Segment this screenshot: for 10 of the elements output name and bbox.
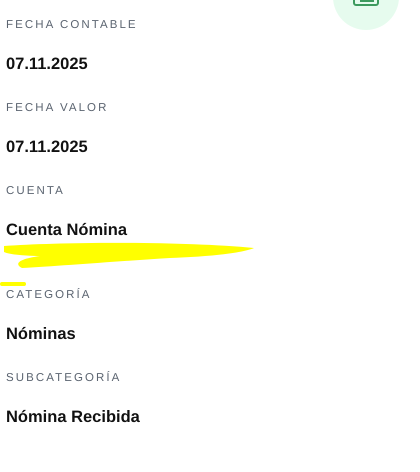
field-label: FECHA VALOR [6, 101, 110, 116]
field-value: 07.11.2025 [6, 54, 89, 75]
field-label: CATEGORÍA [6, 287, 93, 303]
field-label: CUENTA [6, 184, 66, 199]
field-label: FECHA CONTABLE [6, 18, 139, 33]
field-label: SUBCATEGORÍA [6, 370, 122, 386]
field-value: Nóminas [6, 324, 77, 345]
field-value: Cuenta Nómina [6, 220, 128, 241]
field-value: 07.11.2025 [6, 137, 89, 158]
field-value: Nómina Recibida [6, 407, 141, 428]
